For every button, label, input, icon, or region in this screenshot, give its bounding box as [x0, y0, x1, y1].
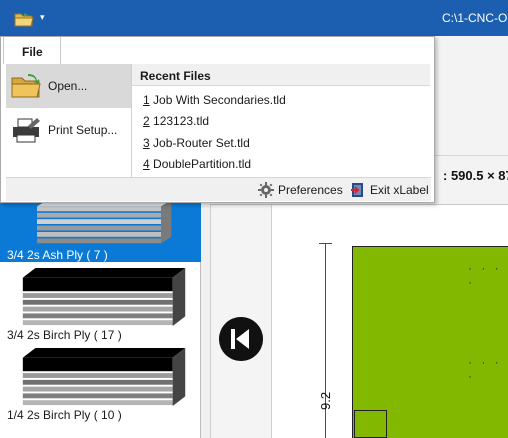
recent-file-name: DoublePartition.tld [149, 157, 252, 171]
sheet-part[interactable] [354, 410, 387, 438]
material-stack-icon [37, 200, 172, 244]
material-label: 3/4 2s Birch Ply ( 17 ) [7, 328, 122, 342]
recent-file-name: 123123.tld [149, 114, 210, 128]
folder-icon[interactable] [14, 11, 34, 27]
open-button[interactable]: Open... [6, 64, 131, 108]
printer-setup-icon [13, 118, 40, 143]
material-stack-icon [22, 268, 186, 326]
recent-file-number: 3 [143, 136, 150, 150]
material-stack-icon [22, 348, 186, 406]
preferences-label: Preferences [278, 183, 343, 197]
recent-file-item[interactable]: 2 123123.tld [143, 114, 209, 128]
preferences-button[interactable]: Preferences [258, 180, 343, 200]
sheet-dimensions: : 590.5 × 87 [443, 168, 508, 183]
exit-label: Exit xLabel [370, 183, 429, 197]
recent-files-title: Recent Files [140, 69, 211, 83]
print-setup-button[interactable]: Print Setup... [6, 108, 131, 152]
exit-button[interactable]: Exit xLabel [350, 180, 429, 200]
material-item-birch-ply-14[interactable]: 1/4 2s Birch Ply ( 10 ) [0, 342, 201, 438]
recent-file-item[interactable]: 3 Job-Router Set.tld [143, 136, 250, 150]
material-label: 3/4 2s Ash Ply ( 7 ) [7, 248, 108, 262]
folder-open-icon [11, 74, 41, 98]
open-label: Open... [48, 79, 88, 93]
recent-file-number: 2 [143, 114, 150, 128]
quick-access-dropdown-icon[interactable]: ▾ [40, 10, 50, 24]
recent-file-number: 4 [143, 157, 150, 171]
previous-sheet-icon[interactable] [219, 317, 263, 361]
recent-file-item[interactable]: 4 DoublePartition.tld [143, 157, 251, 171]
gear-icon [258, 182, 274, 198]
drill-marks: · · · · [468, 355, 502, 383]
tab-file-label: File [22, 45, 43, 59]
drill-marks: · · · · [468, 261, 502, 289]
window-title: C:\1-CNC-Ou [442, 11, 508, 25]
recent-file-item[interactable]: 1 Job With Secondaries.tld [143, 93, 286, 107]
title-bar [0, 0, 508, 36]
exit-door-icon [351, 183, 363, 197]
recent-file-name: Job-Router Set.tld [149, 136, 250, 150]
recent-file-number: 1 [143, 93, 150, 107]
material-item-birch-ply-34[interactable]: 3/4 2s Birch Ply ( 17 ) [0, 262, 201, 342]
material-label: 1/4 2s Birch Ply ( 10 ) [7, 408, 122, 422]
recent-file-name: Job With Secondaries.tld [149, 93, 286, 107]
print-setup-label: Print Setup... [48, 123, 118, 137]
dimension-label: 9.2 [318, 391, 333, 410]
